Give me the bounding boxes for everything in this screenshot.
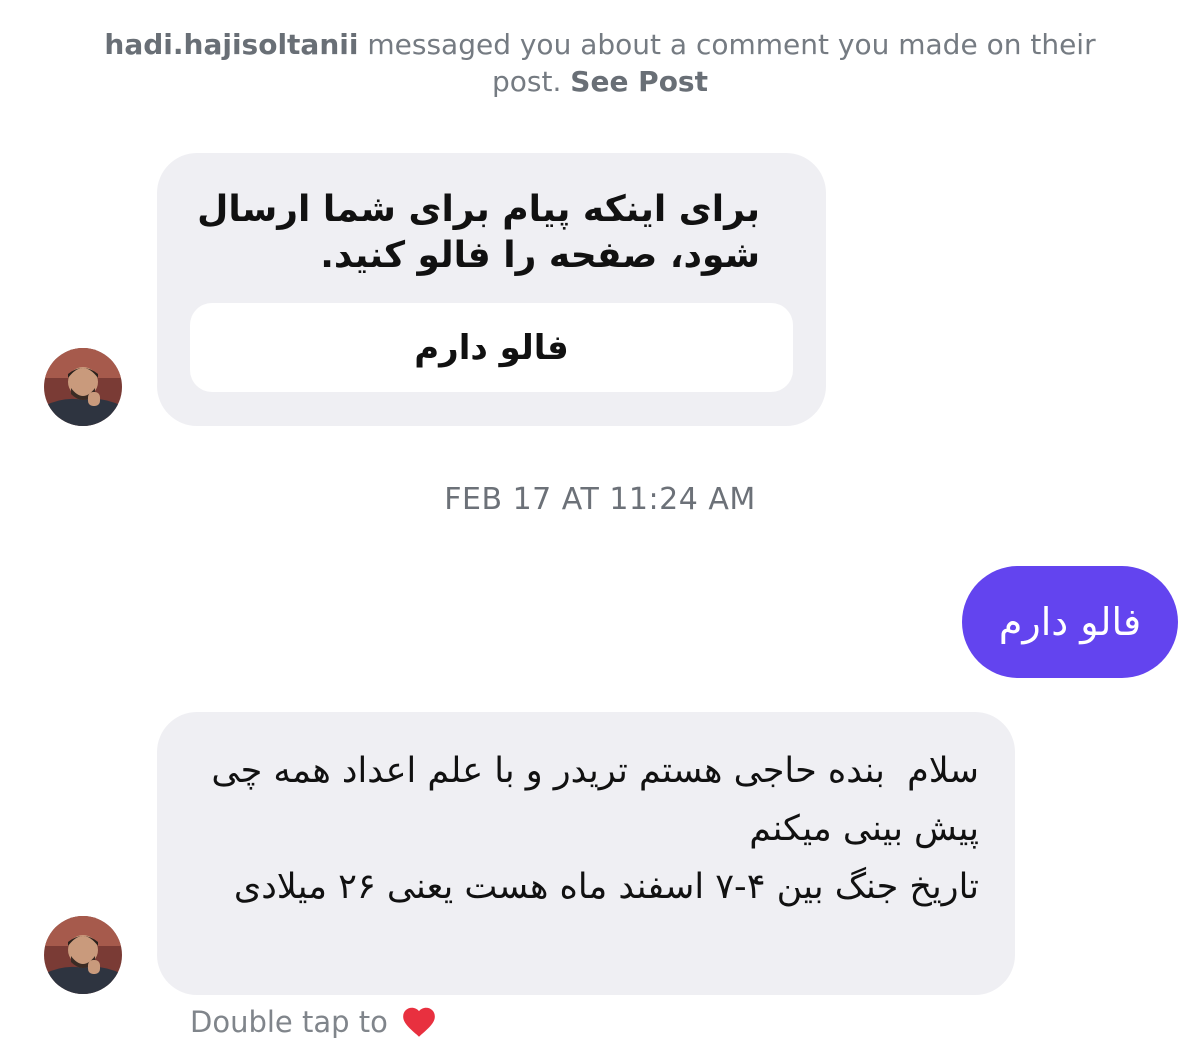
received-message-bubble[interactable]: سلام بنده حاجی هستم تریدر و با علم اعداد…: [157, 712, 1015, 995]
follow-confirm-button[interactable]: فالو دارم: [190, 303, 793, 392]
avatar[interactable]: [44, 916, 122, 994]
sent-message-bubble[interactable]: فالو دارم: [962, 566, 1178, 678]
conversation-notice: hadi.hajisoltanii messaged you about a c…: [100, 26, 1100, 100]
follow-request-card: برای اینکه پیام برای شما ارسال شود، صفحه…: [157, 153, 826, 426]
see-post-link[interactable]: See Post: [570, 65, 708, 98]
notice-username[interactable]: hadi.hajisoltanii: [104, 28, 358, 61]
message-timestamp: FEB 17 AT 11:24 AM: [444, 482, 756, 517]
received-message-text: سلام بنده حاجی هستم تریدر و با علم اعداد…: [211, 751, 979, 907]
reaction-hint-text: Double tap to: [190, 1005, 388, 1039]
notice-text: messaged you about a comment you made on…: [358, 28, 1096, 98]
follow-request-text: برای اینکه پیام برای شما ارسال شود، صفحه…: [197, 189, 760, 276]
heart-icon: [403, 1007, 435, 1037]
avatar[interactable]: [44, 348, 122, 426]
reaction-hint: Double tap to: [190, 1003, 438, 1041]
